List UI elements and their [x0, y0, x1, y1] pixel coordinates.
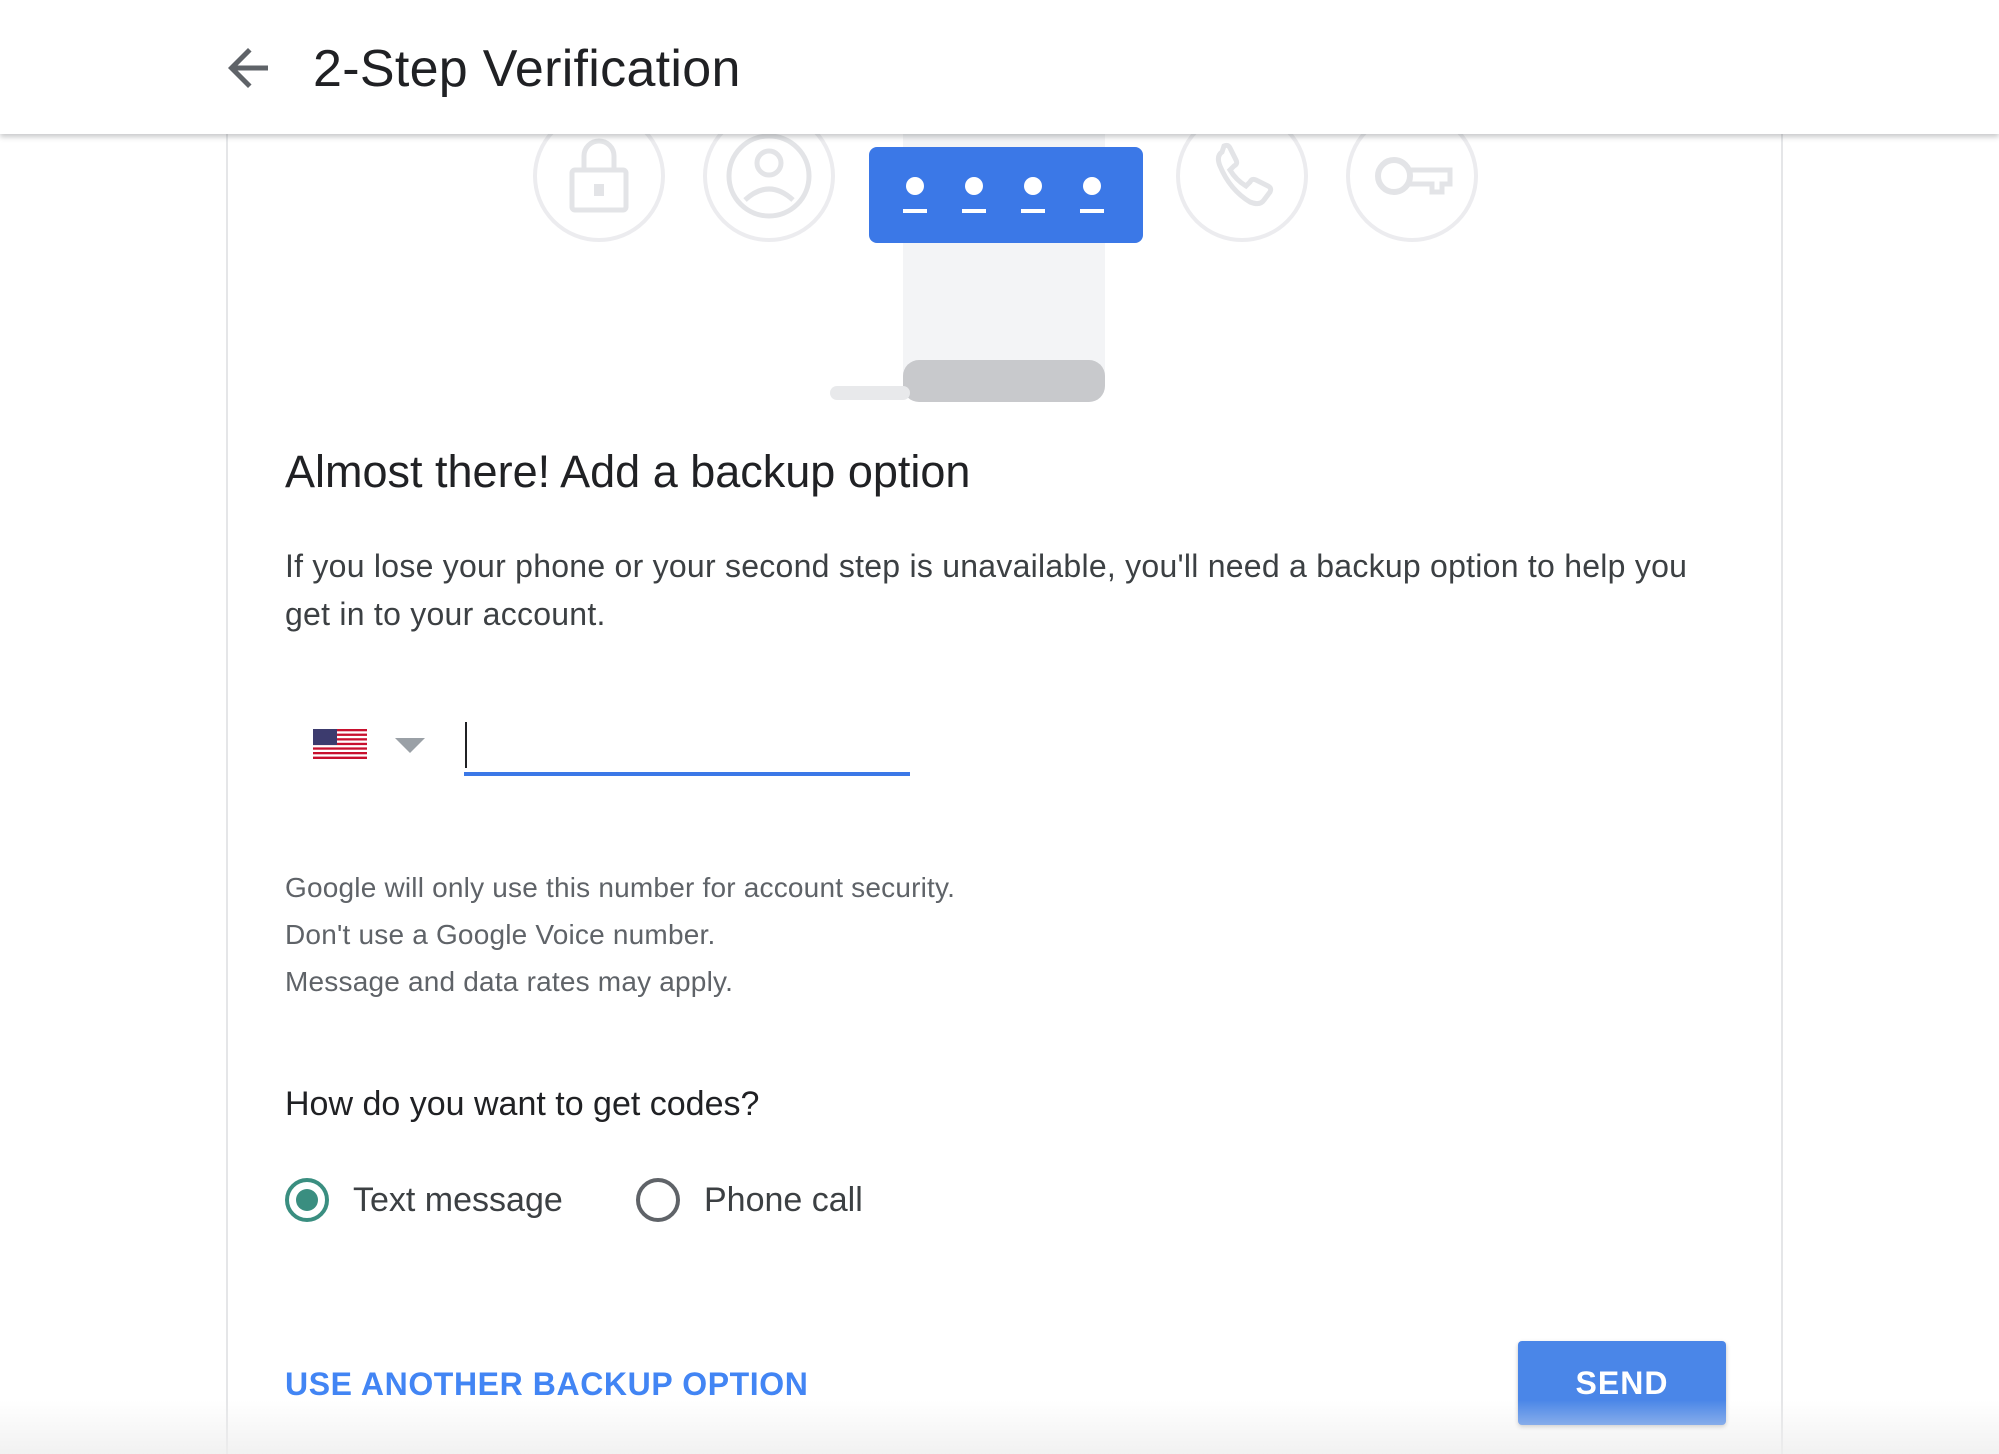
back-button[interactable] [218, 38, 278, 98]
codes-question: How do you want to get codes? [285, 1085, 760, 1123]
dropdown-triangle-icon [395, 738, 425, 753]
phone-shadow [830, 386, 910, 400]
note-rates: Message and data rates may apply. [285, 966, 734, 997]
app-header: 2-Step Verification [0, 0, 1999, 134]
note-google-voice: Don't use a Google Voice number. [285, 919, 716, 950]
page: 2-Step Verification Almost there! Add a … [0, 0, 1999, 1454]
phone-call-option[interactable]: Phone call [636, 1172, 863, 1228]
page-title: 2-Step Verification [313, 40, 741, 98]
radio-unselected-icon[interactable] [636, 1178, 680, 1222]
country-code-selector[interactable] [305, 716, 435, 776]
headline: Almost there! Add a backup option [285, 446, 971, 497]
text-message-label: Text message [353, 1181, 563, 1219]
radio-selected-icon[interactable] [285, 1178, 329, 1222]
description: If you lose your phone or your second st… [285, 548, 1688, 632]
note-security: Google will only use this number for acc… [285, 872, 956, 903]
phone-base [903, 360, 1105, 402]
us-flag-icon [313, 729, 367, 759]
phone-number-input[interactable] [464, 712, 910, 776]
use-another-backup-option-button[interactable]: USE ANOTHER BACKUP OPTION [285, 1362, 808, 1406]
password-dots-icon [869, 147, 1143, 243]
send-button[interactable]: SEND [1518, 1341, 1726, 1425]
phone-call-label: Phone call [704, 1181, 863, 1219]
text-message-option[interactable]: Text message [285, 1172, 563, 1228]
arrow-back-icon [228, 48, 268, 88]
text-cursor [465, 722, 467, 768]
